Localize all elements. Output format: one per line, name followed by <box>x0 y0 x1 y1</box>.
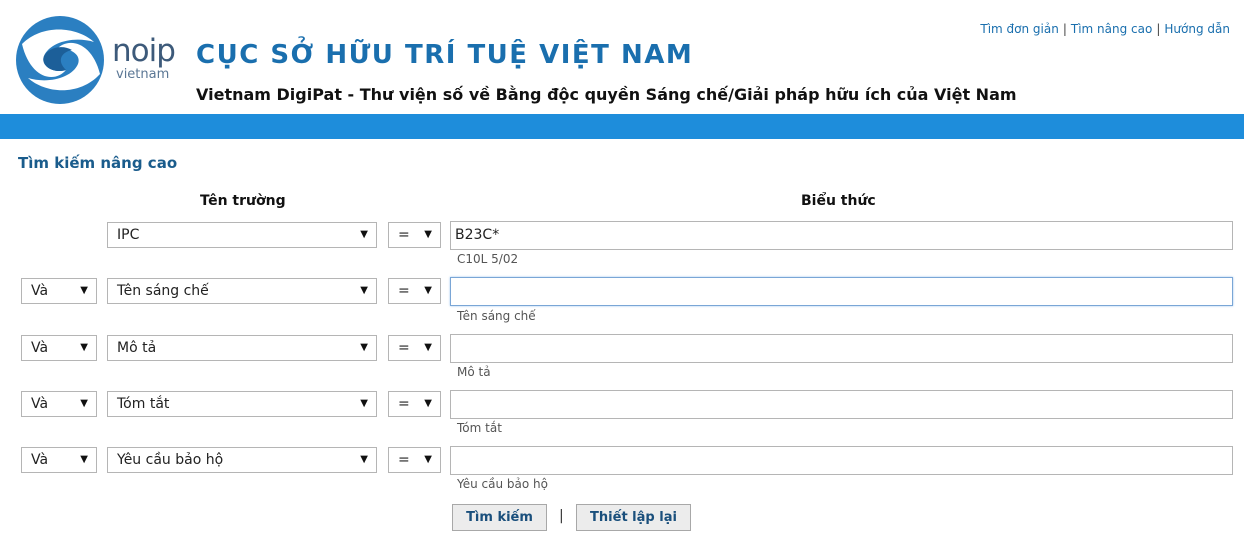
link-simple-search[interactable]: Tìm đơn giản <box>980 22 1058 36</box>
reset-button[interactable]: Thiết lập lại <box>576 504 691 531</box>
operator-select-value: = <box>398 396 410 412</box>
nav-separator: | <box>1062 22 1067 36</box>
logo-subtext: vietnam <box>116 67 170 82</box>
site-subtitle: Vietnam DigiPat - Thư viện số về Bằng độ… <box>196 85 1017 104</box>
triangle-down-icon: ▼ <box>80 285 88 296</box>
operator-select-value: = <box>398 283 410 299</box>
field-select[interactable]: IPC ▼ <box>107 222 377 248</box>
button-separator: | <box>559 508 564 524</box>
header-bar <box>0 114 1244 139</box>
field-select[interactable]: Tóm tắt ▼ <box>107 391 377 417</box>
link-advanced-search[interactable]: Tìm nâng cao <box>1071 22 1152 36</box>
operator-select-value: = <box>398 452 410 468</box>
logic-select-value: Và <box>31 283 49 299</box>
triangle-down-icon: ▼ <box>424 454 432 465</box>
triangle-down-icon: ▼ <box>424 398 432 409</box>
field-select-value: Tóm tắt <box>117 396 170 412</box>
operator-select[interactable]: = ▼ <box>388 335 441 361</box>
site-title: CỤC SỞ HỮU TRÍ TUỆ VIỆT NAM <box>196 40 694 70</box>
field-select-value: IPC <box>117 227 140 243</box>
triangle-down-icon: ▼ <box>424 285 432 296</box>
triangle-down-icon: ▼ <box>360 285 368 296</box>
logic-select-value: Và <box>31 452 49 468</box>
logic-select[interactable]: Và ▼ <box>21 335 97 361</box>
logic-select[interactable]: Và ▼ <box>21 391 97 417</box>
triangle-down-icon: ▼ <box>360 398 368 409</box>
expression-input[interactable] <box>450 334 1233 363</box>
expression-hint: Yêu cầu bảo hộ <box>457 477 548 491</box>
field-select[interactable]: Mô tả ▼ <box>107 335 377 361</box>
expression-input[interactable] <box>450 390 1233 419</box>
triangle-down-icon: ▼ <box>80 342 88 353</box>
nav-separator: | <box>1156 22 1161 36</box>
column-header-field: Tên trường <box>200 193 286 209</box>
field-select-value: Yêu cầu bảo hộ <box>117 452 224 468</box>
link-guide[interactable]: Hướng dẫn <box>1164 22 1230 36</box>
field-select[interactable]: Yêu cầu bảo hộ ▼ <box>107 447 377 473</box>
field-select-value: Tên sáng chế <box>117 283 209 299</box>
operator-select-value: = <box>398 227 410 243</box>
operator-select[interactable]: = ▼ <box>388 222 441 248</box>
expression-hint: Tóm tắt <box>457 421 502 435</box>
triangle-down-icon: ▼ <box>360 454 368 465</box>
logic-select[interactable]: Và ▼ <box>21 447 97 473</box>
operator-select[interactable]: = ▼ <box>388 278 441 304</box>
triangle-down-icon: ▼ <box>80 454 88 465</box>
expression-hint: Mô tả <box>457 365 491 379</box>
triangle-down-icon: ▼ <box>80 398 88 409</box>
noip-logo-icon <box>16 16 104 104</box>
operator-select[interactable]: = ▼ <box>388 447 441 473</box>
field-select[interactable]: Tên sáng chế ▼ <box>107 278 377 304</box>
expression-hint: C10L 5/02 <box>457 252 519 266</box>
top-nav: Tìm đơn giản | Tìm nâng cao | Hướng dẫn <box>980 22 1230 36</box>
operator-select-value: = <box>398 340 410 356</box>
search-button[interactable]: Tìm kiếm <box>452 504 547 531</box>
triangle-down-icon: ▼ <box>360 229 368 240</box>
logo-wordmark: noip <box>112 33 176 69</box>
logic-select[interactable]: Và ▼ <box>21 278 97 304</box>
section-title: Tìm kiếm nâng cao <box>18 154 178 172</box>
triangle-down-icon: ▼ <box>424 229 432 240</box>
triangle-down-icon: ▼ <box>360 342 368 353</box>
expression-input[interactable] <box>450 446 1233 475</box>
operator-select[interactable]: = ▼ <box>388 391 441 417</box>
expression-input[interactable] <box>450 277 1233 306</box>
triangle-down-icon: ▼ <box>424 342 432 353</box>
logic-select-value: Và <box>31 340 49 356</box>
expression-input[interactable]: B23C* <box>450 221 1233 250</box>
logic-select-value: Và <box>31 396 49 412</box>
expression-hint: Tên sáng chế <box>457 309 536 323</box>
column-header-expression: Biểu thức <box>801 193 876 209</box>
field-select-value: Mô tả <box>117 340 157 356</box>
